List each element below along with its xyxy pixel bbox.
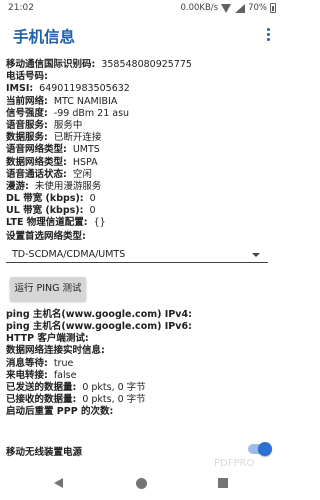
info-row: 电话号码: xyxy=(6,71,278,83)
info-key: 信号强度: xyxy=(6,107,48,119)
info-value: -99 dBm 21 asu xyxy=(53,107,130,119)
info-key: 语音通话状态: xyxy=(6,168,67,180)
status-icons: 0.00KB/s 70% xyxy=(180,3,276,13)
radio-power-toggle[interactable] xyxy=(248,442,272,456)
info-key: 已发送的数据量: xyxy=(6,381,77,393)
toggle-knob xyxy=(258,442,272,456)
back-icon[interactable] xyxy=(54,478,63,488)
info-value: 未使用漫游服务 xyxy=(34,180,102,192)
info-row: 已接收的数据量: 0 pkts, 0 字节 xyxy=(6,394,278,406)
info-key: IMSI: xyxy=(6,83,34,95)
recent-apps-icon[interactable] xyxy=(218,478,228,488)
info-key: 语音服务: xyxy=(6,119,48,131)
info-row: 已发送的数据量: 0 pkts, 0 字节 xyxy=(6,382,278,394)
info-value: 0 pkts, 0 字节 xyxy=(82,394,146,406)
info-key: 移动通信国际识别码: xyxy=(6,59,96,70)
info-key: LTE 物理信道配置: xyxy=(6,217,88,229)
info-key: 数据网络类型: xyxy=(6,156,67,168)
info-key: 数据网络连接实时信息: xyxy=(6,345,105,357)
info-value: UMTS xyxy=(72,144,100,156)
ping-info-list: ping 主机名(www.google.com) IPv4: ping 主机名(w… xyxy=(6,309,278,419)
info-row: 语音服务: 服务中 xyxy=(6,120,278,132)
info-value: 0 pkts, 0 字节 xyxy=(82,381,146,393)
info-value: 358548080925775 xyxy=(101,59,192,70)
info-key: DL 带宽 (kbps): xyxy=(6,193,84,205)
info-key: 来电转接: xyxy=(6,369,48,381)
info-key: ping 主机名(www.google.com) IPv6: xyxy=(6,321,192,333)
preferred-network-select[interactable]: TD-SCDMA/CDMA/UMTS xyxy=(6,247,268,263)
info-row: HTTP 客户端测试: xyxy=(6,333,278,345)
info-row: 来电转接: false xyxy=(6,370,278,382)
info-row: 语音网络类型: UMTS xyxy=(6,144,278,156)
radio-power-row: 移动无线装置电源 xyxy=(6,442,276,458)
info-row: LTE 物理信道配置: {} xyxy=(6,217,278,229)
phone-info-content: 移动通信国际识别码: 358548080925775 电话号码: IMSI: 64901… xyxy=(6,59,278,419)
battery-percent: 70% xyxy=(248,3,267,13)
battery-icon xyxy=(270,3,276,13)
info-row: 数据网络类型: HSPA xyxy=(6,157,278,169)
info-key: HTTP 客户端测试: xyxy=(6,333,89,345)
info-value: 0 xyxy=(89,205,96,217)
info-value: 0 xyxy=(89,193,96,205)
navigation-bar xyxy=(0,466,282,500)
info-row: ping 主机名(www.google.com) IPv4: xyxy=(6,309,278,321)
radio-power-label: 移动无线装置电源 xyxy=(6,447,83,458)
signal-icon xyxy=(235,3,246,13)
info-row: IMSI: 649011983505632 xyxy=(6,83,278,95)
status-time: 21:02 xyxy=(8,3,34,13)
info-row: 启动后重置 PPP 的次数: xyxy=(6,406,278,418)
info-value: 服务中 xyxy=(53,119,83,131)
info-row: 数据网络连接实时信息: xyxy=(6,345,278,357)
info-key: 已接收的数据量: xyxy=(6,394,77,406)
info-value: 649011983505632 xyxy=(39,83,130,95)
info-row: 数据服务: 已断开连接 xyxy=(6,132,278,144)
info-key: UL 带宽 (kbps): xyxy=(6,205,84,217)
info-value: 已断开连接 xyxy=(53,132,102,144)
info-row: 当前网络: MTC NAMIBIA xyxy=(6,96,278,108)
info-key: 漫游: xyxy=(6,180,29,192)
app-bar: 手机信息 xyxy=(0,18,282,54)
run-ping-test-button[interactable]: 运行 PING 测试 xyxy=(10,276,86,301)
preferred-network-label: 设置首选网络类型: xyxy=(6,230,86,242)
info-key: 消息等待: xyxy=(6,357,48,369)
preferred-network-value: TD-SCDMA/CDMA/UMTS xyxy=(12,248,126,260)
chevron-down-icon xyxy=(252,252,260,257)
info-value: 空闲 xyxy=(72,168,92,180)
info-row: 漫游: 未使用漫游服务 xyxy=(6,181,278,193)
overflow-menu-icon[interactable] xyxy=(267,28,271,43)
status-bar: 21:02 0.00KB/s 70% xyxy=(0,0,282,18)
info-row: 移动通信国际识别码: 358548080925775 xyxy=(6,59,278,71)
info-key: ping 主机名(www.google.com) IPv4: xyxy=(6,308,192,320)
info-row: 信号强度: -99 dBm 21 asu xyxy=(6,108,278,120)
info-key: 启动后重置 PPP 的次数: xyxy=(6,406,114,418)
wifi-icon xyxy=(221,3,232,13)
network-speed: 0.00KB/s xyxy=(180,3,219,13)
info-value: MTC NAMIBIA xyxy=(53,95,118,107)
info-row: 语音通话状态: 空闲 xyxy=(6,169,278,181)
info-key: 电话号码: xyxy=(6,71,48,83)
home-icon[interactable] xyxy=(136,478,147,489)
info-row: 消息等待: true xyxy=(6,358,278,370)
info-row: DL 带宽 (kbps): 0 xyxy=(6,193,278,205)
info-row: UL 带宽 (kbps): 0 xyxy=(6,205,278,217)
info-key: 数据服务: xyxy=(6,132,48,144)
info-list: 移动通信国际识别码: 358548080925775 电话号码: IMSI: 64901… xyxy=(6,59,278,230)
info-value: {} xyxy=(93,217,106,229)
info-value: true xyxy=(53,357,74,369)
info-key: 语音网络类型: xyxy=(6,144,67,156)
page-title: 手机信息 xyxy=(13,28,76,46)
info-value: false xyxy=(53,369,77,381)
info-row: ping 主机名(www.google.com) IPv6: xyxy=(6,321,278,333)
info-value: HSPA xyxy=(72,156,98,168)
info-key: 当前网络: xyxy=(6,95,48,107)
